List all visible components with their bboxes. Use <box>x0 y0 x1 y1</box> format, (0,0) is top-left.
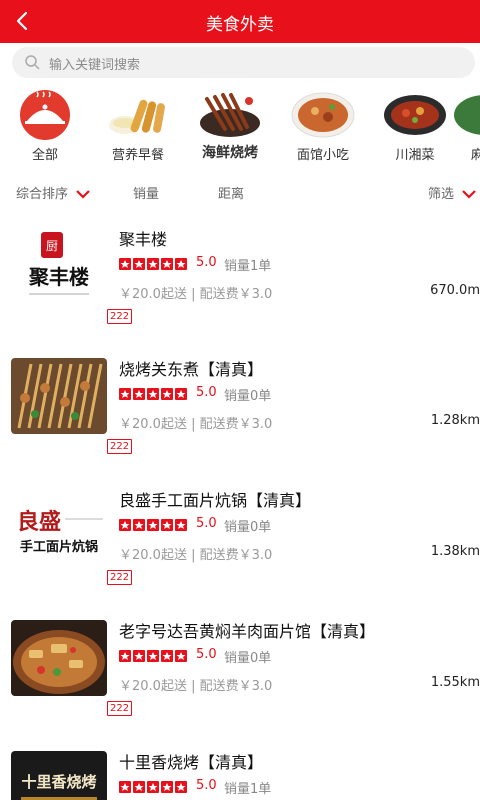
breakfast-icon <box>109 99 165 134</box>
shop-sales: 销量0单 <box>224 651 272 666</box>
bbq-skewers-icon <box>200 93 260 137</box>
shop-name: 聚丰楼 <box>119 230 168 249</box>
svg-text:手工面片炕锅: 手工面片炕锅 <box>20 539 98 555</box>
star-rating-icon <box>119 258 187 270</box>
shop-sales: 销量1单 <box>224 259 272 274</box>
shop-fees: ￥20.0起送 | 配送费￥3.0 <box>119 417 273 432</box>
shop-sales: 销量0单 <box>224 520 272 535</box>
shop-tag: 222 <box>107 570 133 585</box>
shop-list-item[interactable]: 厨 聚丰楼 聚丰楼 5.0 销量1单 ￥20.0起送 | 配送费￥3.0 670… <box>0 220 480 351</box>
shop-list-item[interactable]: 老字号达吾黄焖羊肉面片馆【清真】 5.0 销量0单 ￥20.0起送 | 配送费￥… <box>0 612 480 743</box>
shop-name: 十里香烧烤【清真】 <box>119 753 264 772</box>
shop-photo: 十里香烧烤 <box>11 751 107 800</box>
category-label: 川湘菜 <box>395 148 435 163</box>
shop-tag: 222 <box>107 309 133 324</box>
shop-name: 烧烤关东煮【清真】 <box>119 360 264 379</box>
shop-photo <box>11 358 107 434</box>
shop-fees: ￥20.0起送 | 配送费￥3.0 <box>119 679 273 694</box>
shop-distance: 1.28km <box>430 413 480 428</box>
shop-rating: 5.0 <box>196 255 217 270</box>
noodle-bowl-icon <box>291 92 355 138</box>
shop-name: 老字号达吾黄焖羊肉面片馆【清真】 <box>119 622 376 641</box>
shop-list-item[interactable]: 十里香烧烤 十里香烧烤【清真】 5.0 销量1单 <box>0 743 480 800</box>
shop-sales: 销量1单 <box>224 782 272 797</box>
svg-text:良盛: 良盛 <box>17 509 61 535</box>
sichuan-dish-icon <box>384 95 446 135</box>
shop-tag: 222 <box>107 701 133 716</box>
shop-sales: 销量0单 <box>224 389 272 404</box>
chevron-down-icon <box>462 190 476 199</box>
svg-text:十里香烧烤: 十里香烧烤 <box>21 773 96 791</box>
chevron-down-icon <box>76 190 90 199</box>
svg-text:聚丰楼: 聚丰楼 <box>28 265 89 289</box>
shop-tag: 222 <box>107 439 133 454</box>
shop-logo: 良盛 手工面片炕锅 <box>11 489 107 565</box>
shop-list-item[interactable]: 良盛 手工面片炕锅 良盛手工面片炕锅【清真】 5.0 销量0单 ￥20.0起送 … <box>0 481 480 612</box>
shop-distance: 670.0m <box>430 283 480 298</box>
star-rating-icon <box>119 388 187 400</box>
search-input[interactable]: 输入关键词搜索 <box>12 47 475 78</box>
sort-sales[interactable]: 销量 <box>133 183 159 202</box>
shop-distance: 1.55km <box>430 675 480 690</box>
top-bar: 美食外卖 <box>0 0 480 43</box>
partial-category-icon <box>454 95 480 135</box>
shop-fees: ￥20.0起送 | 配送费￥3.0 <box>119 287 273 302</box>
shop-rating: 5.0 <box>196 647 217 662</box>
category-item-breakfast[interactable]: 营养早餐 <box>98 84 178 168</box>
star-rating-icon <box>119 781 187 793</box>
shop-distance: 1.38km <box>430 544 480 559</box>
category-item-all[interactable]: 全部 <box>5 84 85 168</box>
filter-button[interactable]: 筛选 <box>428 183 476 202</box>
shop-list-item[interactable]: 烧烤关东煮【清真】 5.0 销量0单 ￥20.0起送 | 配送费￥3.0 1.2… <box>0 350 480 481</box>
category-bar: 全部 营养早餐 海鲜烧烤 面馆小吃 川湘菜 麻 <box>0 84 480 168</box>
category-item-more[interactable]: 麻 <box>454 84 480 168</box>
sort-distance[interactable]: 距离 <box>218 183 244 202</box>
cloche-icon <box>20 90 70 140</box>
category-label: 面馆小吃 <box>296 148 349 163</box>
shop-logo: 厨 聚丰楼 <box>11 228 107 304</box>
sort-bar: 综合排序 销量 距离 筛选 <box>0 178 480 206</box>
category-label: 麻 <box>471 148 480 163</box>
category-item-bbq[interactable]: 海鲜烧烤 <box>190 84 270 168</box>
sort-comprehensive-label: 综合排序 <box>16 187 69 202</box>
shop-rating: 5.0 <box>196 778 217 793</box>
category-item-noodles[interactable]: 面馆小吃 <box>283 84 363 168</box>
star-rating-icon <box>119 650 187 662</box>
shop-fees: ￥20.0起送 | 配送费￥3.0 <box>119 548 273 563</box>
shop-rating: 5.0 <box>196 516 217 531</box>
search-placeholder: 输入关键词搜索 <box>49 58 141 73</box>
svg-text:厨: 厨 <box>46 239 58 253</box>
category-label: 营养早餐 <box>111 148 164 163</box>
page-title: 美食外卖 <box>206 15 274 35</box>
shop-name: 良盛手工面片炕锅【清真】 <box>119 491 312 510</box>
filter-label: 筛选 <box>428 187 455 202</box>
search-icon <box>25 55 40 70</box>
category-item-sichuan[interactable]: 川湘菜 <box>375 84 455 168</box>
category-label: 全部 <box>31 148 58 163</box>
star-rating-icon <box>119 519 187 531</box>
shop-photo <box>11 620 107 696</box>
shop-rating: 5.0 <box>196 385 217 400</box>
sort-comprehensive[interactable]: 综合排序 <box>16 183 90 202</box>
category-label: 海鲜烧烤 <box>202 145 258 161</box>
